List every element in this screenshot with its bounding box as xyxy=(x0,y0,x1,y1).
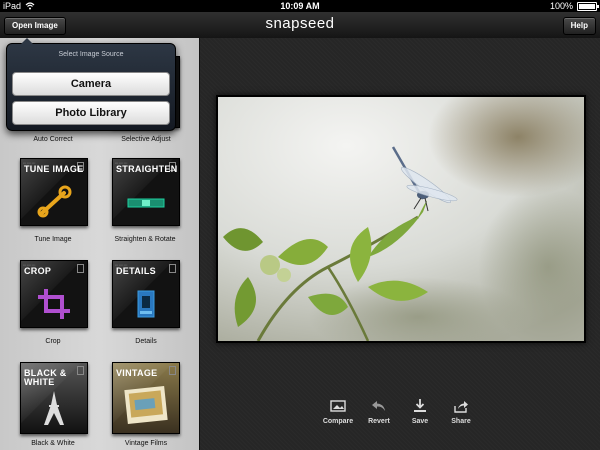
popover-title: Select Image Source xyxy=(58,51,124,58)
share-icon xyxy=(454,401,468,413)
compare-button[interactable]: Compare xyxy=(319,398,357,425)
tool-caption-vintage[interactable]: Vintage Films xyxy=(101,440,191,447)
tool-tile-straighten[interactable]: ▪▪▪ ▪▪▪▪ ▪▪▪ STRAIGHTEN xyxy=(112,158,180,226)
tool-caption-straighten[interactable]: Straighten & Rotate xyxy=(95,236,195,243)
vintage-photo-icon xyxy=(124,386,168,424)
tile-title: DETAILS xyxy=(116,266,156,276)
status-time: 10:09 AM xyxy=(280,1,320,11)
crop-icon xyxy=(38,289,70,319)
open-image-button[interactable]: Open Image xyxy=(4,17,66,35)
tool-tile-black-white[interactable]: BLACK & WHITE xyxy=(20,362,88,434)
save-button[interactable]: Save xyxy=(401,398,439,425)
battery-percent: 100% xyxy=(549,1,573,11)
film-strip-icon xyxy=(169,264,176,273)
save-icon xyxy=(414,399,426,412)
dragonfly-photo xyxy=(218,97,584,341)
share-button[interactable]: Share xyxy=(442,398,480,425)
level-icon xyxy=(127,198,165,208)
tool-caption-details[interactable]: Details xyxy=(101,338,191,345)
details-icon xyxy=(137,290,155,318)
film-strip-icon xyxy=(169,366,176,375)
wrench-icon xyxy=(37,185,72,218)
tile-title: VINTAGE xyxy=(116,368,158,378)
tile-title: CROP xyxy=(24,266,52,276)
share-label: Share xyxy=(451,418,471,425)
tool-caption-tune-image[interactable]: Tune Image xyxy=(8,236,98,243)
tool-tile-details[interactable]: ▪▪▪ ▪▪▪▪ ▪▪▪ DETAILS xyxy=(112,260,180,328)
tool-tile-vintage[interactable]: VINTAGE xyxy=(112,362,180,434)
image-source-popover: Select Image Source Camera Photo Library xyxy=(6,38,176,131)
tool-tile-tune-image[interactable]: ▪▪▪ ▪▪▪▪ ▪▪▪ TUNE IMAGE xyxy=(20,158,88,226)
film-strip-icon xyxy=(77,366,84,375)
compare-label: Compare xyxy=(322,418,354,425)
nav-bar: snapseed Open Image Help xyxy=(0,12,600,39)
film-strip-icon xyxy=(77,264,84,273)
tile-title: BLACK & WHITE xyxy=(24,368,67,387)
status-bar: iPad 10:09 AM 100% xyxy=(0,0,600,12)
photo-library-button[interactable]: Photo Library xyxy=(12,101,170,125)
tool-tile-crop[interactable]: ▪▪▪ ▪▪▪▪ ▪▪▪ CROP xyxy=(20,260,88,328)
revert-button[interactable]: Revert xyxy=(360,398,398,425)
camera-button[interactable]: Camera xyxy=(12,72,170,96)
photo-preview[interactable] xyxy=(216,95,586,343)
eiffel-tower-icon xyxy=(44,391,64,425)
revert-label: Revert xyxy=(368,418,390,425)
tool-caption-auto-correct[interactable]: Auto Correct xyxy=(8,136,98,143)
help-button[interactable]: Help xyxy=(562,17,596,35)
battery-icon xyxy=(577,1,599,11)
revert-icon xyxy=(372,401,385,411)
tool-caption-black-white[interactable]: Black & White xyxy=(8,440,98,447)
status-right: 100% xyxy=(549,0,599,12)
popover-arrow xyxy=(21,38,33,44)
tool-caption-crop[interactable]: Crop xyxy=(8,338,98,345)
save-label: Save xyxy=(411,418,429,425)
compare-icon xyxy=(330,400,346,412)
app-title: snapseed xyxy=(265,15,335,32)
tool-caption-selective-adjust[interactable]: Selective Adjust xyxy=(101,136,191,143)
tile-title: TUNE IMAGE xyxy=(24,164,84,174)
battery-fill xyxy=(579,3,595,9)
tile-title: STRAIGHTEN xyxy=(116,164,178,174)
